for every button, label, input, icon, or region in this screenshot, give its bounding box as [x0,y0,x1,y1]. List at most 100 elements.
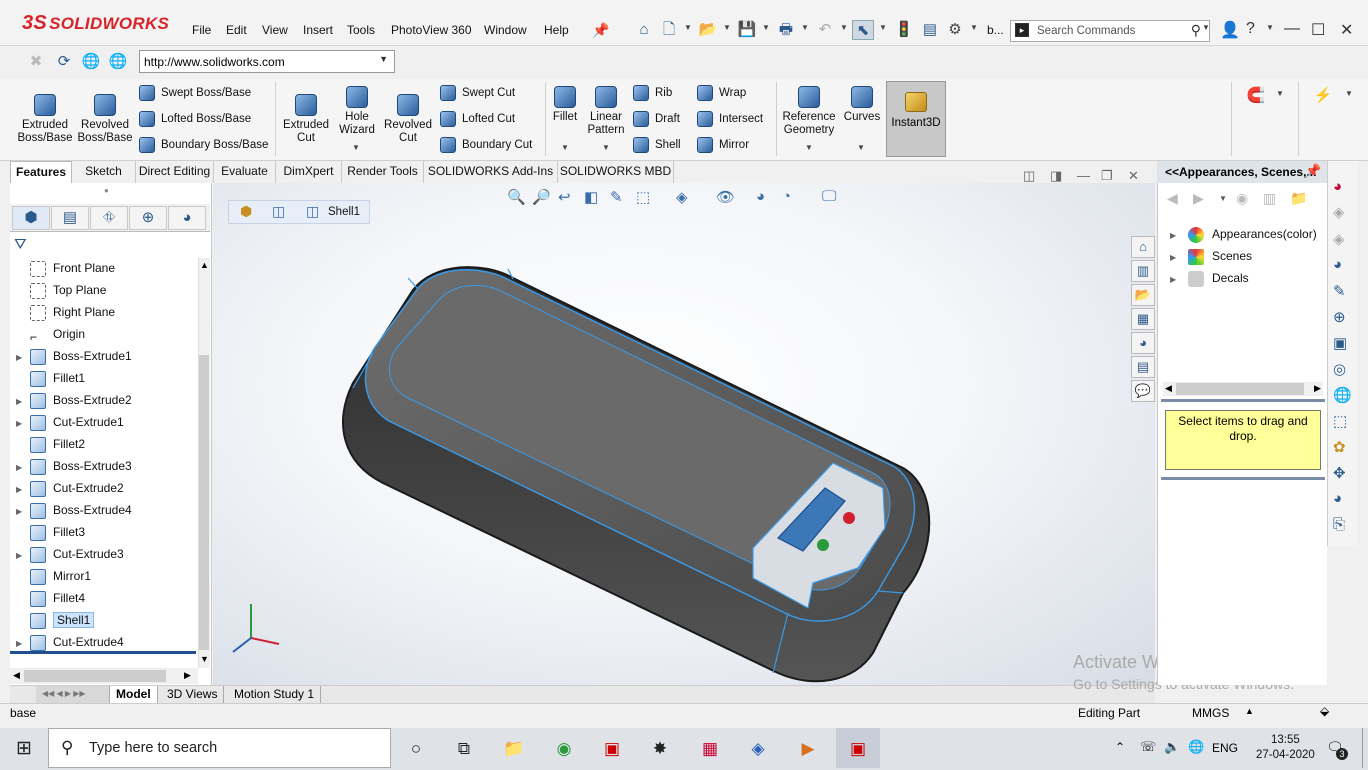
pattern-tool-icon[interactable]: ✿ [1333,438,1346,456]
expand-arrow-icon[interactable]: ▶ [16,546,30,566]
draft-button[interactable]: Draft [633,110,680,128]
panel-grip[interactable]: ● [104,186,109,195]
tree-item-boss-extrude2[interactable]: ▶ Boss-Extrude2 [16,390,196,410]
tab-dimxpert[interactable]: DimXpert [276,161,342,183]
expand-arrow-icon[interactable]: ▶ [1170,270,1188,290]
menu-file[interactable]: File [192,23,211,37]
system-clock[interactable]: 13:55 27-04-2020 [1256,733,1315,763]
breadcrumb-shell1[interactable]: Shell1 [328,206,360,218]
expand-arrow-icon[interactable]: ▶ [16,480,30,500]
user-icon[interactable]: 👤 [1220,20,1240,40]
options-plugin-icon[interactable]: ⚡ [1312,86,1334,106]
swept-cut-button[interactable]: Swept Cut [440,84,515,102]
revolved-cut-button[interactable]: Revolved Cut [382,94,434,145]
media-player-icon[interactable]: ▶ [794,736,822,762]
toolbar-overflow[interactable]: b... [987,23,1004,37]
reference-geometry-button[interactable]: Reference Geometry [780,86,838,137]
export-tool-icon[interactable]: ⎘ [1333,516,1345,533]
file-properties-icon[interactable]: ▤ [919,20,941,40]
language-indicator[interactable]: ENG [1212,741,1238,755]
camera-tool-icon[interactable]: ▣ [1333,334,1347,352]
tree-item-shell1[interactable]: Shell1 [16,610,196,630]
tree-item-boss-extrude3[interactable]: ▶ Boss-Extrude3 [16,456,196,476]
file-explorer-icon[interactable]: 📂 [1131,284,1155,306]
select-tool-icon[interactable]: ⬚ [1333,412,1347,430]
python-icon[interactable]: ◈ [744,736,772,762]
help-icon[interactable]: ? [1246,20,1255,38]
section-view-icon[interactable]: ◧ [584,188,598,206]
tree-item-cut-extrude3[interactable]: ▶ Cut-Extrude3 [16,544,196,564]
target-tool-icon[interactable]: ⊕ [1333,308,1346,326]
extruded-boss-button[interactable]: Extruded Boss/Base [17,94,73,145]
tab-motion-study[interactable]: Motion Study 1 [228,686,322,703]
home-icon[interactable]: ⌂ [633,20,655,40]
chevron-down-icon[interactable]: ▼ [801,23,809,32]
hole-wizard-button[interactable]: Hole Wizard [334,86,380,137]
menu-window[interactable]: Window [484,23,527,37]
globe-icon[interactable]: 🌐 [1188,739,1204,755]
close-icon[interactable]: ✕ [1340,20,1353,40]
chevron-down-icon[interactable]: ▼ [1266,23,1274,32]
chevron-down-icon[interactable]: ▼ [1276,89,1284,98]
appearances-item[interactable]: ▶ Appearances(color) [1170,224,1317,244]
expand-arrow-icon[interactable]: ▶ [16,458,30,478]
hide-show-items-icon[interactable]: 👁 [716,188,735,206]
tree-item-fillet1[interactable]: Fillet1 [16,368,196,388]
panel-pin-icon[interactable]: 📌 [1305,163,1321,179]
save-icon[interactable]: 💾 [736,20,758,40]
minimize-icon[interactable]: — [1284,20,1300,38]
tree-hscroll-thumb[interactable] [24,670,166,682]
previous-view-icon[interactable]: ↩ [558,188,571,206]
folder-icon[interactable]: 📁 [1290,190,1307,207]
forward-icon[interactable]: ▶ [1193,190,1204,207]
scene-tool-icon[interactable]: ◕ [1333,256,1342,273]
scroll-left-icon[interactable]: ◀ [1165,383,1172,394]
chevron-down-icon[interactable]: ▼ [684,23,692,32]
expand-arrow-icon[interactable]: ▶ [16,392,30,412]
expand-arrow-icon[interactable]: ▶ [16,348,30,368]
stop-icon[interactable]: ✖ [25,52,47,72]
boundary-boss-button[interactable]: Boundary Boss/Base [139,136,268,154]
back-icon[interactable]: ◀ [1167,190,1178,207]
new-document-icon[interactable]: 🗋 [658,20,680,40]
url-input[interactable]: http://www.solidworks.com ▼ [139,50,395,73]
property-manager-tab-icon[interactable]: ▤ [51,206,89,230]
taskbar-search-input[interactable]: ⚲ Type here to search [48,728,391,768]
decals-item[interactable]: ▶ Decals [1170,268,1249,288]
viewport-maximize-icon[interactable]: ❐ [1101,168,1113,184]
boundary-cut-button[interactable]: Boundary Cut [440,136,532,154]
tab-render-tools[interactable]: Render Tools [342,161,424,183]
graphics-area[interactable] [213,183,1155,685]
edit-appearance-icon[interactable]: ◕ [756,188,765,205]
windows-start-icon[interactable]: ⊞ [10,736,38,762]
extruded-cut-button[interactable]: Extruded Cut [280,94,332,145]
add-to-library-icon[interactable]: ◉ [1236,190,1248,207]
solidworks-active-icon[interactable]: ▣ [844,736,872,762]
intersect-button[interactable]: Intersect [697,110,763,128]
chevron-down-icon[interactable]: ▼ [840,23,848,32]
globe-refresh-icon[interactable]: 🌐 [107,52,129,72]
zoom-to-fit-icon[interactable]: 🔍 [507,188,526,206]
appearance-tool-icon[interactable]: ◕ [1333,178,1342,195]
tab-evaluate[interactable]: Evaluate [214,161,276,183]
solidworks-2018-icon[interactable]: ▣ [598,736,626,762]
lofted-boss-button[interactable]: Lofted Boss/Base [139,110,251,128]
panel-divider[interactable] [1161,477,1325,480]
expand-arrow-icon[interactable]: ▶ [1170,248,1188,268]
undo-icon[interactable]: ↶ [814,20,836,40]
select-cursor-icon[interactable]: ⬉ [852,20,874,40]
fillet-button[interactable]: Fillet [548,86,582,124]
part-icon[interactable]: ⬢ [240,203,252,220]
viewport-close-icon[interactable]: ✕ [1128,168,1139,184]
wrap-button[interactable]: Wrap [697,84,746,102]
tree-scroll-thumb[interactable] [199,355,209,650]
tab-model[interactable]: Model [110,686,158,703]
panel-scroll-thumb[interactable] [1176,383,1304,395]
globe-tool-icon[interactable]: 🌐 [1333,386,1352,404]
dimxpert-manager-tab-icon[interactable]: ⊕ [129,206,167,230]
tab-features[interactable]: Features [10,161,72,183]
disabled-tool-icon[interactable]: ◈ [1333,230,1345,248]
expand-arrow-icon[interactable]: ▶ [16,502,30,522]
chevron-down-icon[interactable]: ▼ [1345,89,1353,98]
zoom-to-area-icon[interactable]: 🔎 [532,188,551,206]
